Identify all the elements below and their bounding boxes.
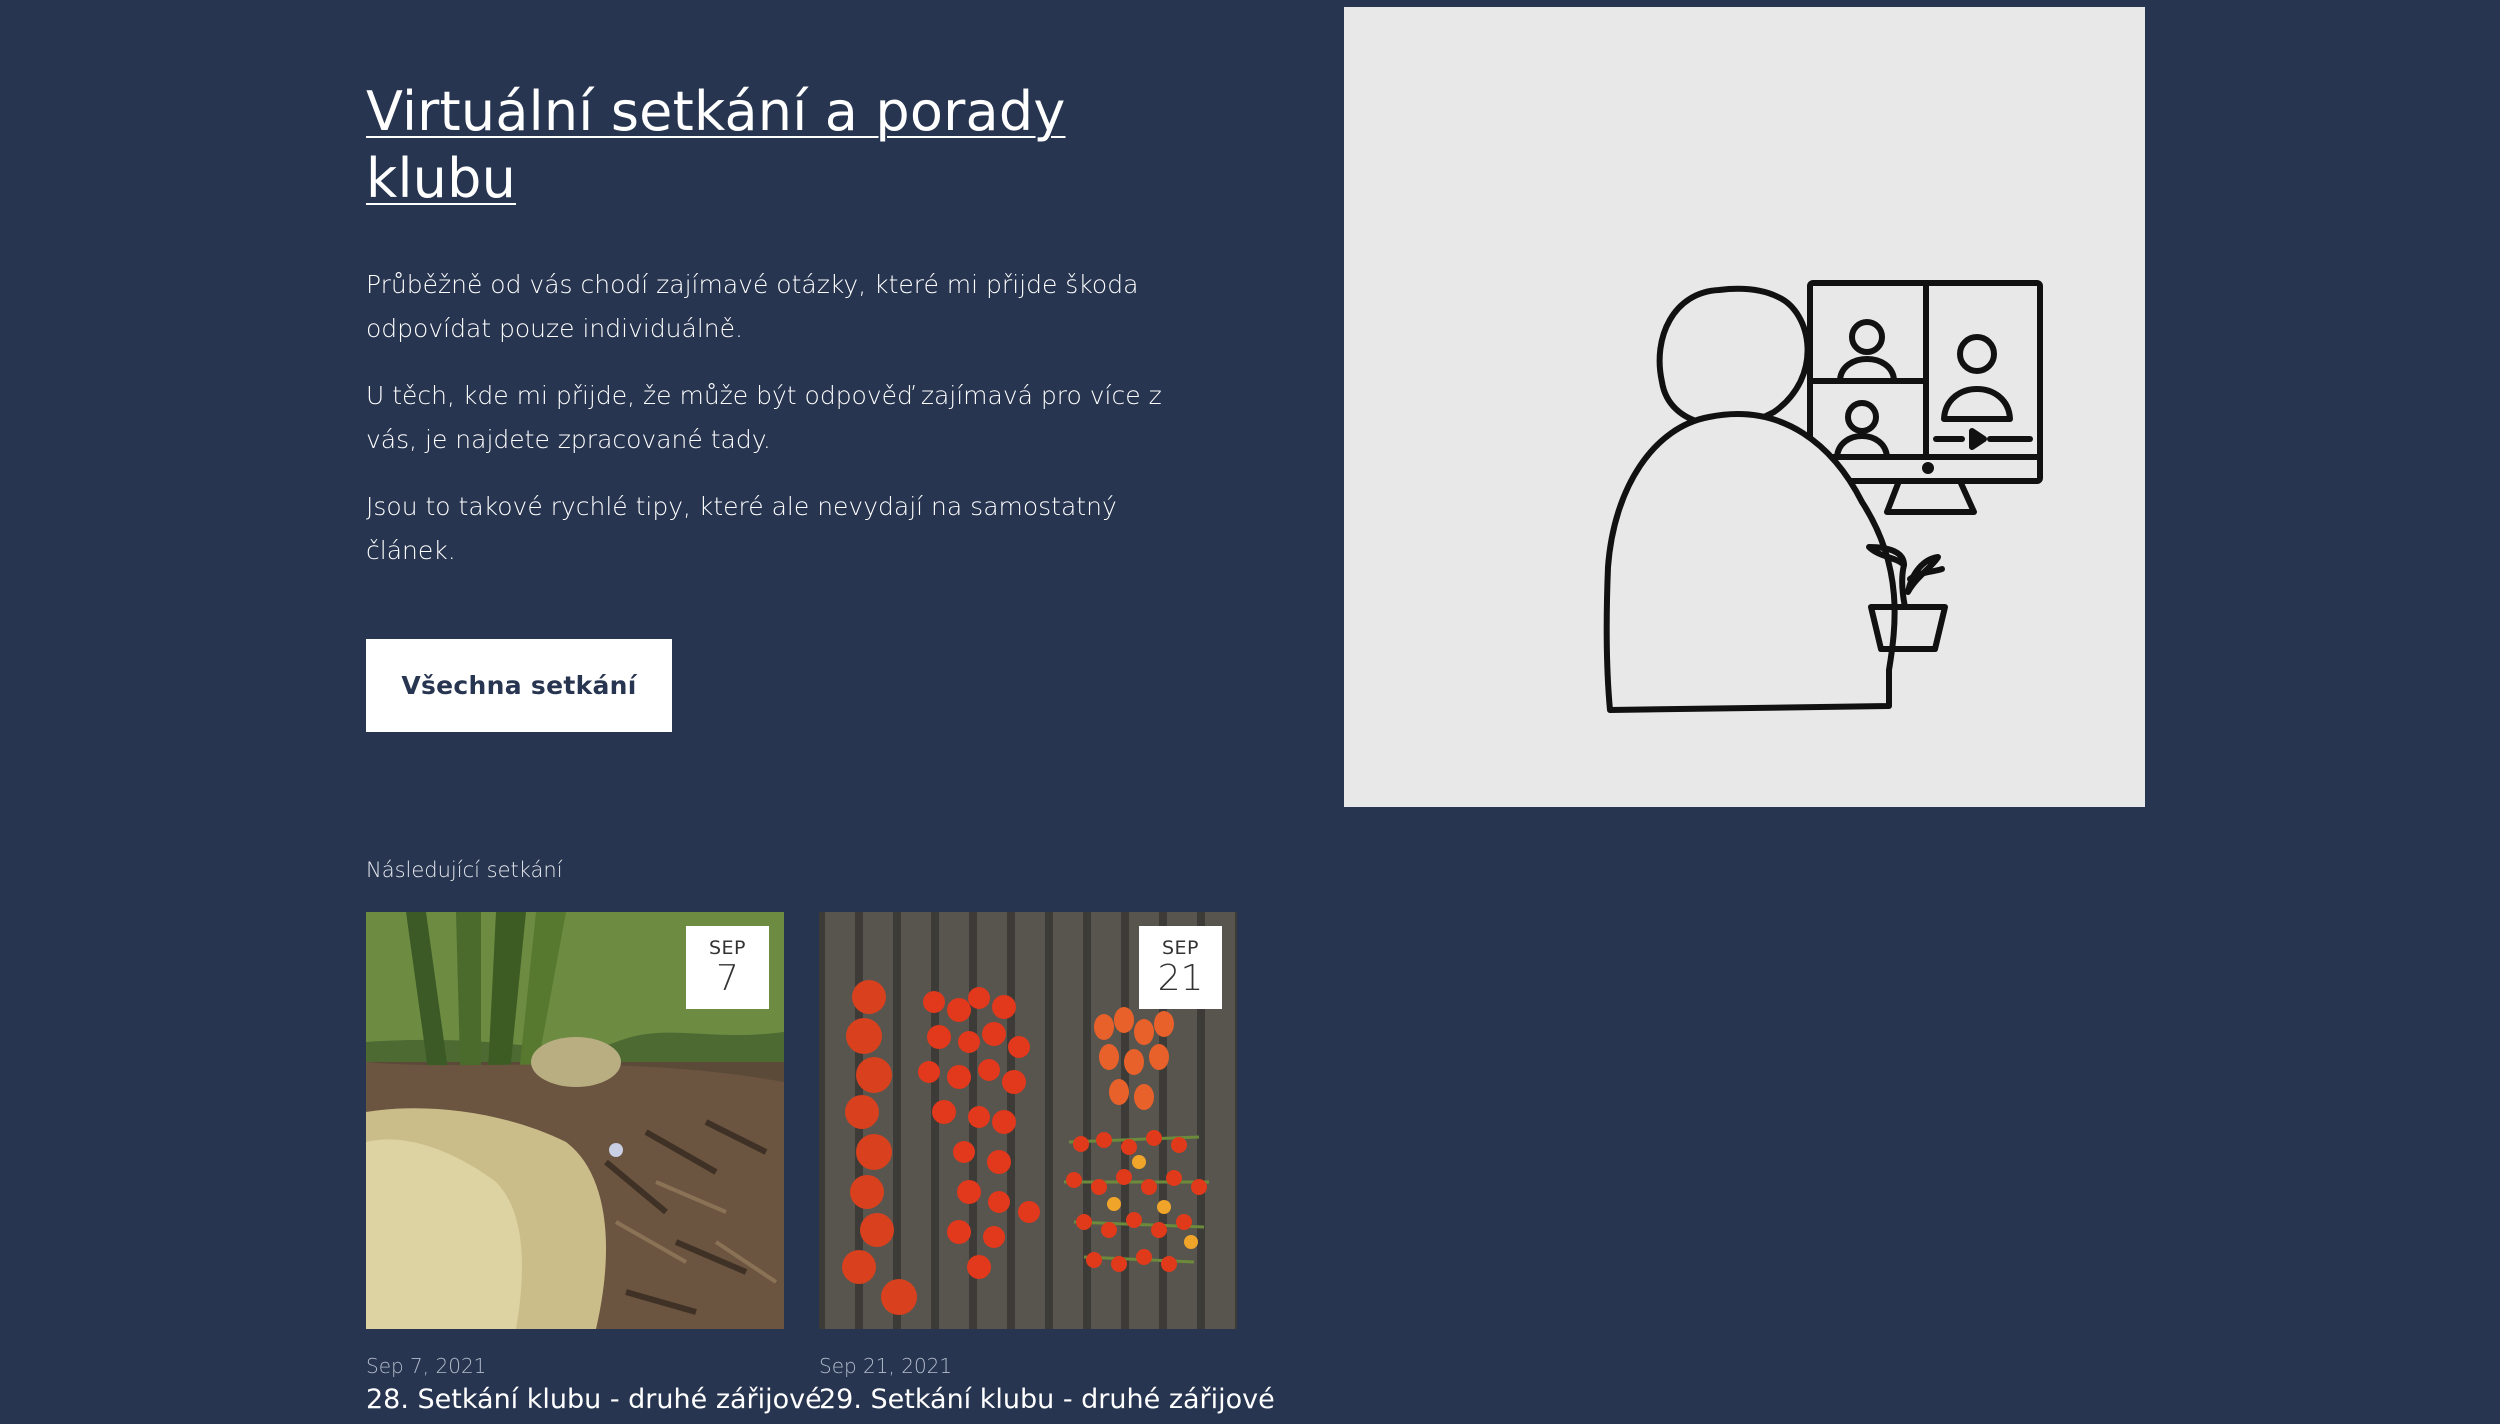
date-day: 21 — [1157, 958, 1204, 999]
upcoming-meetings-label: Následující setkání — [366, 858, 563, 882]
intro-paragraph: U těch, kde mi přijde, že může být odpov… — [366, 381, 1162, 454]
intro-paragraph: Jsou to takové rychlé tipy, které ale ne… — [366, 492, 1117, 565]
celery-plant-photo[interactable]: SEP 7 — [366, 912, 784, 1329]
section-title: Virtuální setkání a porady klubu — [366, 78, 1166, 212]
video-call-illustration — [1344, 7, 2145, 807]
intro-text: Průběžně od vás chodí zajímavé otázky, k… — [366, 263, 1166, 596]
section-title-link[interactable]: Virtuální setkání a porady klubu — [366, 80, 1065, 210]
intro-paragraph: Průběžně od vás chodí zajímavé otázky, k… — [366, 270, 1139, 343]
date-badge: SEP 21 — [1139, 926, 1222, 1009]
event-title-link[interactable]: 29. Setkání klubu - druhé zářijové — [819, 1384, 1275, 1415]
date-month: SEP — [1161, 937, 1200, 959]
event-date: Sep 7, 2021 — [366, 1354, 487, 1378]
event-card[interactable]: SEP 7 Sep 7, 2021 28. Setkání klubu - dr… — [366, 912, 822, 1415]
all-meetings-button[interactable]: Všechna setkání — [366, 639, 672, 732]
event-card[interactable]: SEP 21 Sep 21, 2021 29. Setkání klubu - … — [819, 912, 1275, 1415]
date-badge: SEP 7 — [686, 926, 769, 1009]
date-day: 7 — [716, 958, 739, 999]
event-date: Sep 21, 2021 — [819, 1354, 953, 1378]
tomatoes-on-wood-photo[interactable]: SEP 21 — [819, 912, 1237, 1329]
event-title-link[interactable]: 28. Setkání klubu - druhé zářijové — [366, 1384, 822, 1415]
date-month: SEP — [708, 937, 747, 959]
